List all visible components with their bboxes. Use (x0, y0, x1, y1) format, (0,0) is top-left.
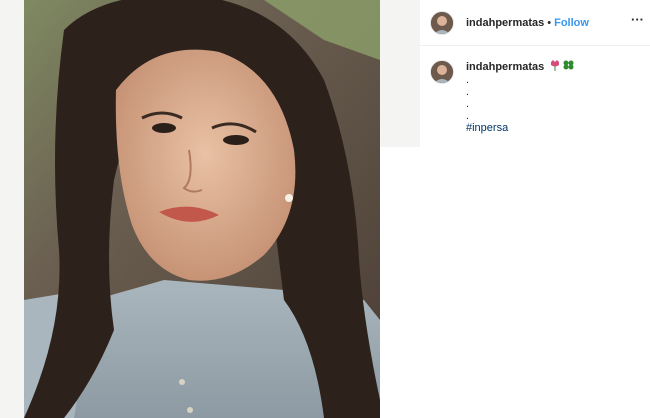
hashtag-link[interactable]: #inpersa (466, 122, 574, 134)
caption: indahpermatas . . . . #inpersa (430, 60, 645, 134)
selfie-photo (24, 0, 380, 418)
more-options-icon[interactable]: ··· (631, 12, 644, 27)
post-side-panel: indahpermatas • Follow ··· indahpermatas (420, 0, 650, 147)
blank-area (380, 147, 650, 418)
four-leaf-clover-emoji (563, 60, 574, 74)
post-photo[interactable] (24, 0, 380, 418)
caption-username[interactable]: indahpermatas (466, 61, 544, 73)
follow-button[interactable]: Follow (554, 17, 589, 29)
avatar-image (431, 11, 453, 34)
caption-line: . (466, 98, 470, 110)
caption-body: indahpermatas . . . . #inpersa (466, 60, 574, 134)
caption-line: . (466, 74, 470, 86)
caption-lines: . . . . (466, 74, 574, 122)
username[interactable]: indahpermatas (466, 17, 544, 29)
caption-line: . (466, 86, 470, 98)
tulip-emoji (550, 60, 560, 74)
avatar[interactable] (430, 10, 454, 35)
avatar-image (431, 61, 453, 83)
post-header: indahpermatas • Follow ··· (420, 0, 650, 46)
caption-line: . (466, 110, 470, 122)
separator-dot: • (547, 16, 552, 29)
avatar[interactable] (430, 60, 454, 84)
